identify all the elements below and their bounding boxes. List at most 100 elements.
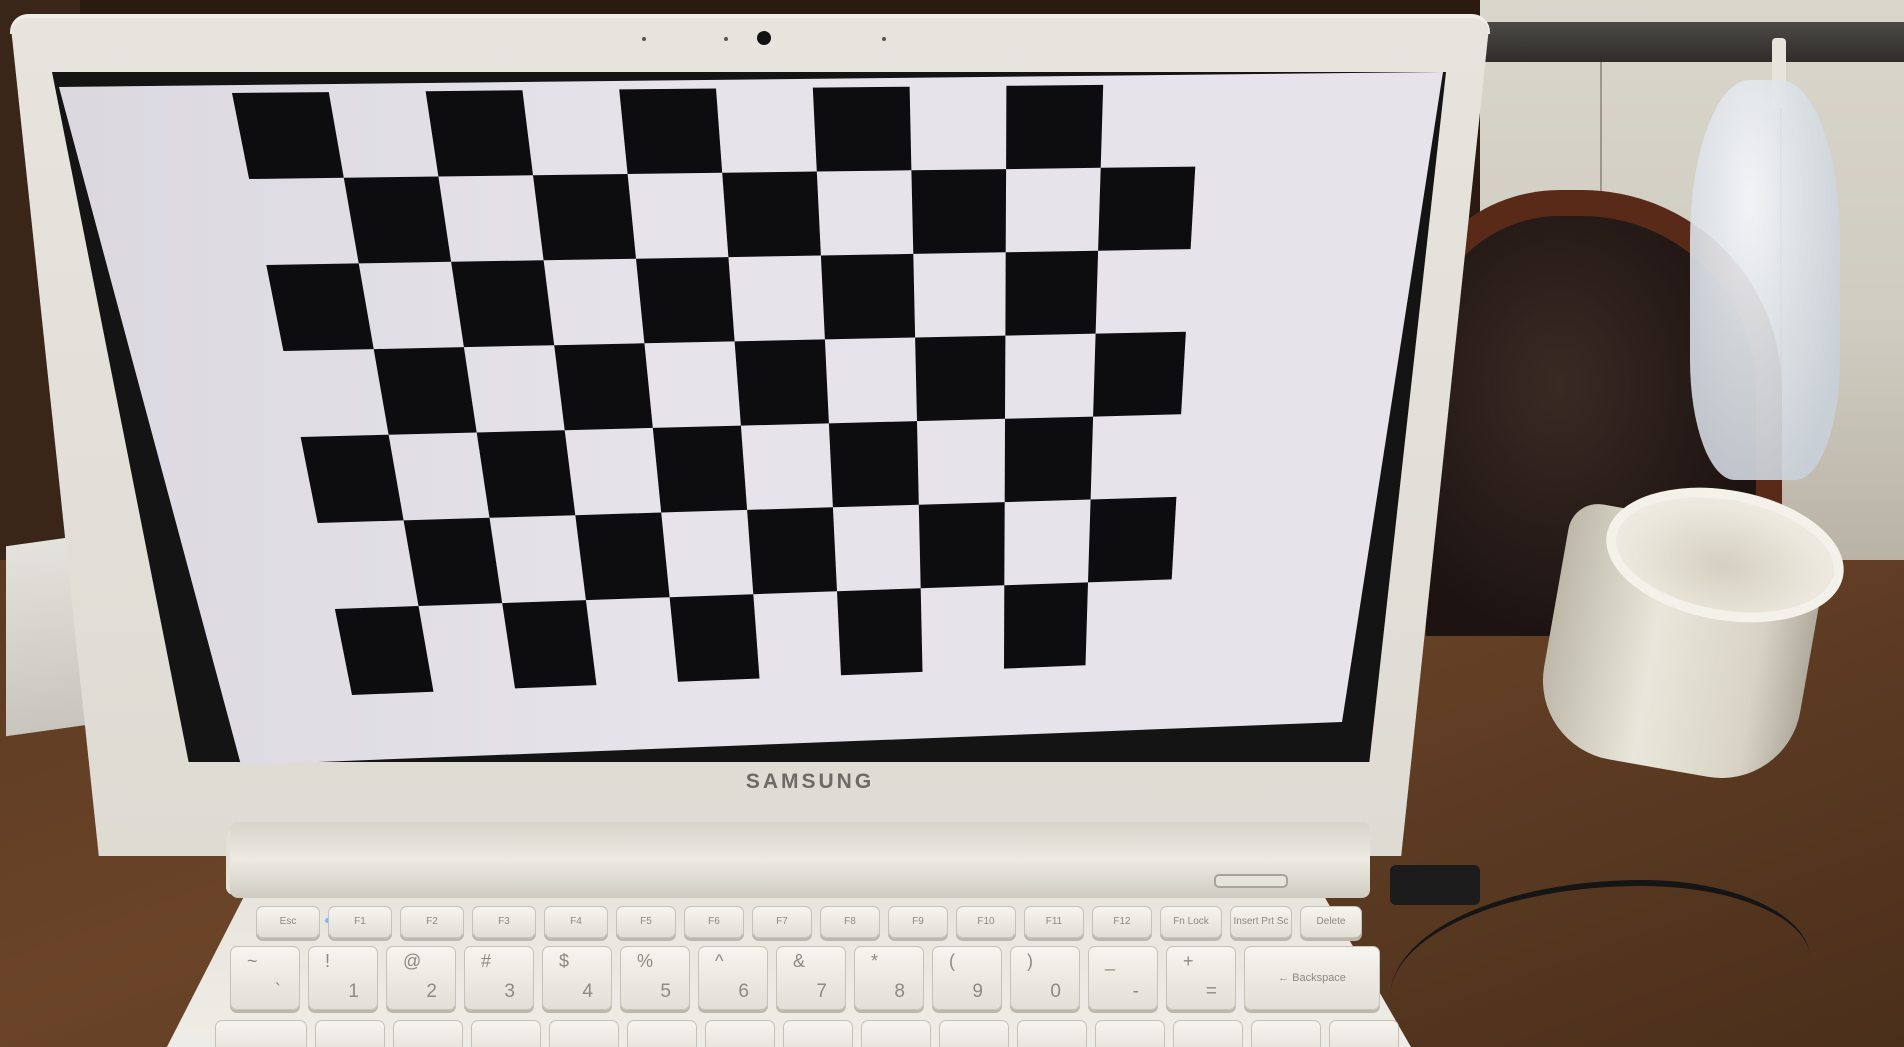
black-square [476,430,576,518]
black-square [425,90,533,177]
key-label: F11 [1045,916,1063,927]
key-label: F4 [570,916,582,927]
key-9[interactable]: (9 [932,946,1002,1010]
brand-logo: SAMSUNG [745,770,875,793]
key-top-label: & [793,951,806,971]
black-square [820,253,916,340]
key-f7[interactable]: F7 [752,906,812,938]
laptop-hinge [230,822,1370,898]
key-blank[interactable] [627,1020,697,1047]
key-f9[interactable]: F9 [888,906,948,938]
key-bottom-label: 0 [1050,981,1061,1002]
function-key-row: Esc F1 F2 F3 F4 F5 F6 F7 F8 F9 F10 F11 F12 Fn Lock Ins… [256,906,1370,938]
key-3[interactable]: #3 [464,946,534,1010]
key-esc[interactable]: Esc [256,906,320,938]
number-key-row: ~ `! 1 @2 #3 $4% 5 ^ 6 & 7 * 8(9) 0 _ - + = ← Backspace [230,946,1388,1010]
black-square [619,88,723,174]
key-label: F2 [426,916,438,927]
key-f10[interactable]: F10 [956,906,1016,938]
key-top-label: $ [559,951,570,971]
key-blank[interactable] [1095,1020,1165,1047]
key-top-label: # [481,951,492,971]
key-f2[interactable]: F2 [400,906,464,938]
key-8[interactable]: * 8 [854,946,924,1010]
key-f6[interactable]: F6 [684,906,744,938]
key-f1[interactable]: F1 [328,906,392,938]
key-blank[interactable] [1017,1020,1087,1047]
black-square [300,434,404,523]
key-label: Esc [279,916,297,927]
key-bottom-label: 4 [582,981,593,1002]
key-f5[interactable]: F5 [616,906,676,938]
key-f12[interactable]: F12 [1092,906,1152,938]
black-square [334,606,434,695]
key-minus[interactable]: _ - [1088,946,1158,1010]
key-top-label: ^ [715,951,724,971]
key-f4[interactable]: F4 [544,906,608,938]
black-square [911,169,1007,254]
key-7[interactable]: & 7 [776,946,846,1010]
key-bottom-label: 5 [660,981,671,1002]
key-bottom-label: 2 [426,981,437,1002]
black-square [722,171,821,258]
key-blank[interactable] [705,1020,775,1047]
key-fn-lock[interactable]: Fn Lock [1160,906,1222,938]
key-blank[interactable] [939,1020,1009,1047]
key-top-label: ~ [247,951,258,971]
key-top-label: * [871,951,879,971]
key-backspace[interactable]: ← Backspace [1244,946,1380,1010]
key-bottom-label: ` [274,981,281,1002]
key-top-label: _ [1105,951,1116,971]
key-label: Insert Prt Sc [1233,916,1289,927]
key-top-label: ← Backspace [1278,972,1346,984]
key-delete[interactable]: Delete [1300,906,1362,938]
black-square [373,347,477,435]
key-blank[interactable] [215,1020,307,1047]
black-square [533,174,636,261]
key-bottom-label: 6 [738,981,749,1002]
power-button[interactable] [1214,874,1288,888]
key-top-label: @ [403,951,422,971]
key-f11[interactable]: F11 [1024,906,1084,938]
key-blank[interactable] [783,1020,853,1047]
key-1[interactable]: ! 1 [308,946,378,1010]
key-2[interactable]: @2 [386,946,456,1010]
key-top-label: ( [949,951,955,971]
key-5[interactable]: % 5 [620,946,690,1010]
black-square [915,335,1006,422]
black-square [918,502,1005,589]
key-blank[interactable] [1173,1020,1243,1047]
key-f8[interactable]: F8 [820,906,880,938]
black-square [1098,166,1196,251]
key-blank[interactable] [549,1020,619,1047]
key-bottom-label: 8 [894,981,905,1002]
black-square [451,260,555,348]
black-square [636,257,735,344]
key-top-label: + [1183,951,1194,971]
key-blank[interactable] [861,1020,931,1047]
black-square [1093,331,1186,417]
key-blank[interactable] [1251,1020,1321,1047]
key-top-label: ! [325,951,331,971]
black-square [575,512,670,601]
key-blank[interactable] [471,1020,541,1047]
black-square [1004,582,1088,669]
key-bottom-label: 7 [816,981,827,1002]
key-0[interactable]: ) 0 [1010,946,1080,1010]
key-blank[interactable] [1329,1020,1399,1047]
key-blank[interactable] [393,1020,463,1047]
key-4[interactable]: $4 [542,946,612,1010]
black-square [1006,84,1104,170]
key-6[interactable]: ^ 6 [698,946,768,1010]
key-tilde[interactable]: ~ ` [230,946,300,1010]
key-equals[interactable]: + = [1166,946,1236,1010]
key-blank[interactable] [315,1020,385,1047]
black-square [343,176,452,264]
key-label: Fn Lock [1173,916,1209,927]
key-insert[interactable]: Insert Prt Sc [1230,906,1292,938]
key-bottom-label: = [1205,981,1217,1002]
black-square [734,339,829,426]
key-bottom-label: 3 [504,981,515,1002]
key-f3[interactable]: F3 [472,906,536,938]
black-square [828,421,919,508]
